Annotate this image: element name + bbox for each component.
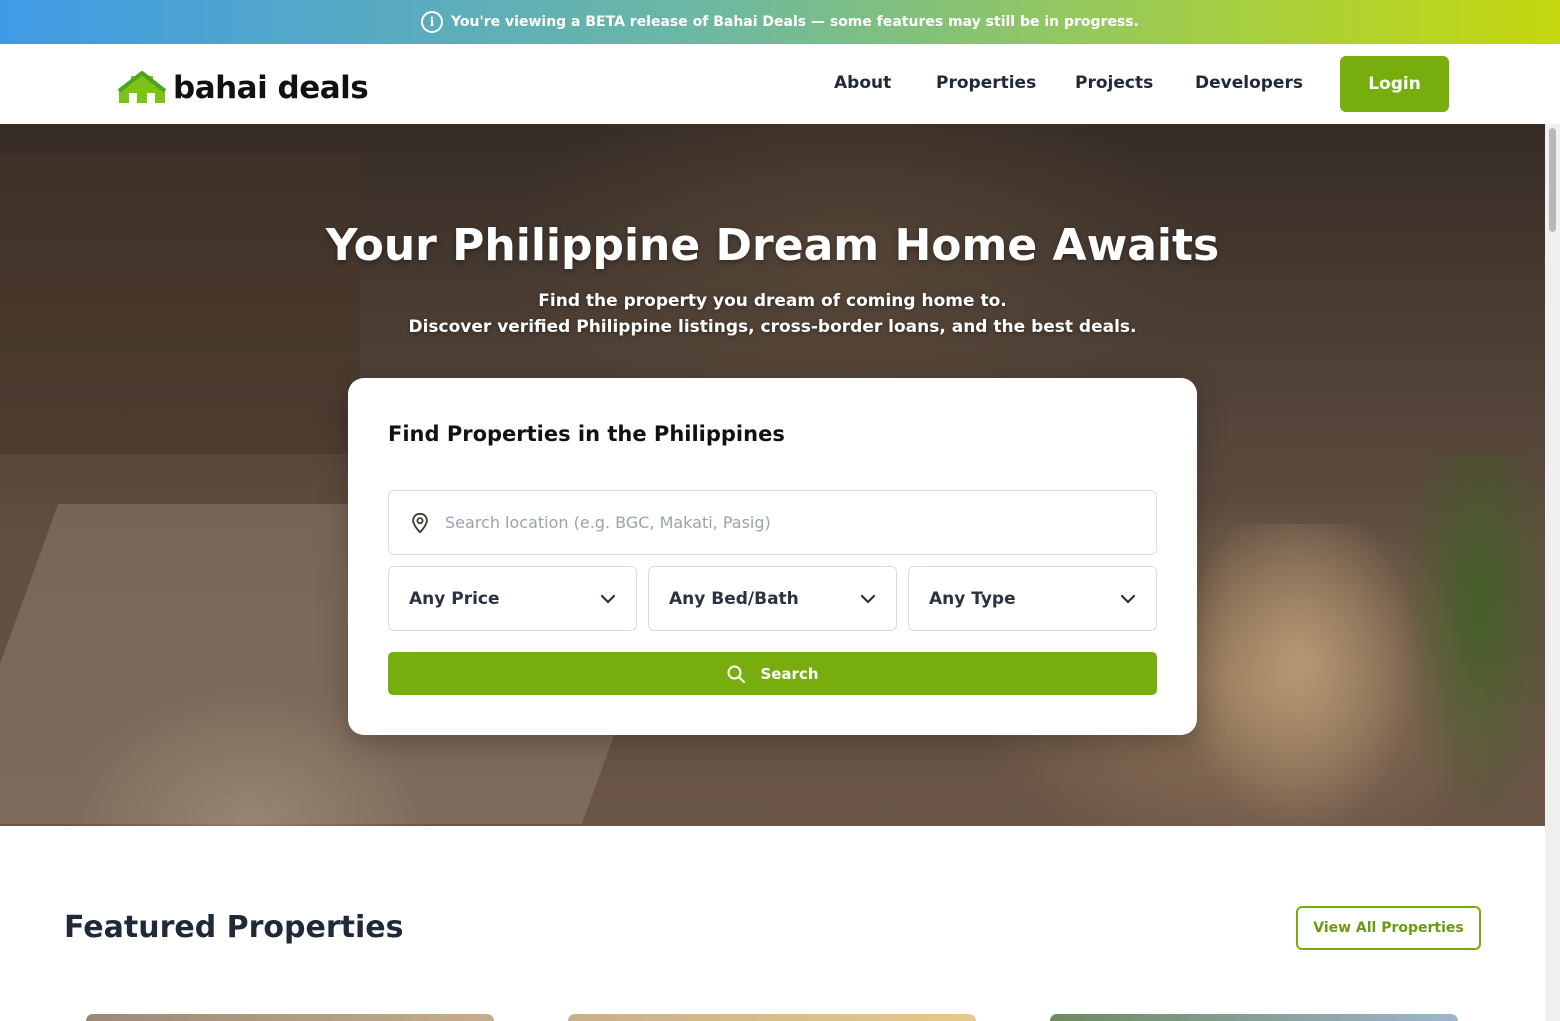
bed-bath-select[interactable]: Any Bed/Bath [648, 566, 897, 631]
price-select[interactable]: Any Price [388, 566, 637, 631]
location-search-field[interactable] [388, 490, 1157, 555]
bed-bath-select-label: Any Bed/Bath [669, 588, 799, 609]
property-type-select-label: Any Type [929, 588, 1016, 609]
scrollbar-thumb[interactable] [1549, 128, 1556, 232]
property-card[interactable] [86, 1014, 494, 1021]
chevron-down-icon [860, 594, 876, 603]
search-button[interactable]: Search [388, 652, 1157, 695]
hero-subtitle-line-1: Find the property you dream of coming ho… [538, 291, 1007, 311]
nav-developers[interactable]: Developers [1195, 73, 1303, 93]
nav-projects[interactable]: Projects [1075, 73, 1153, 93]
logo[interactable]: bahai deals [117, 68, 369, 108]
info-icon: i [421, 11, 444, 33]
login-button[interactable]: Login [1340, 56, 1449, 112]
top-navbar: bahai deals About Properties Projects De… [0, 44, 1560, 124]
chevron-down-icon [600, 594, 616, 603]
hero-title: Your Philippine Dream Home Awaits [325, 220, 1220, 271]
page-scrollbar[interactable] [1545, 124, 1560, 1021]
property-card[interactable] [568, 1014, 976, 1021]
house-logo-icon [117, 71, 167, 103]
property-type-select[interactable]: Any Type [908, 566, 1157, 631]
property-card[interactable] [1050, 1014, 1458, 1021]
search-button-label: Search [760, 664, 819, 683]
search-card-title: Find Properties in the Philippines [388, 422, 785, 446]
chevron-down-icon [1120, 594, 1136, 603]
hero-subtitle: Find the property you dream of coming ho… [0, 288, 1545, 340]
beta-banner: i You're viewing a BETA release of Bahai… [0, 0, 1560, 44]
location-search-input[interactable] [445, 513, 1125, 532]
search-icon [727, 665, 746, 683]
view-all-properties-button[interactable]: View All Properties [1296, 906, 1481, 950]
hero-section: Your Philippine Dream Home Awaits Find t… [0, 124, 1545, 826]
nav-properties[interactable]: Properties [936, 73, 1036, 93]
featured-properties-heading: Featured Properties [64, 910, 404, 945]
beta-banner-text: You're viewing a BETA release of Bahai D… [451, 14, 1139, 30]
price-select-label: Any Price [409, 588, 500, 609]
hero-subtitle-line-2: Discover verified Philippine listings, c… [408, 317, 1137, 337]
property-search-card: Find Properties in the Philippines Any P… [348, 378, 1197, 735]
map-pin-icon [412, 512, 428, 533]
nav-about[interactable]: About [834, 73, 891, 93]
logo-text: bahai deals [173, 70, 369, 106]
